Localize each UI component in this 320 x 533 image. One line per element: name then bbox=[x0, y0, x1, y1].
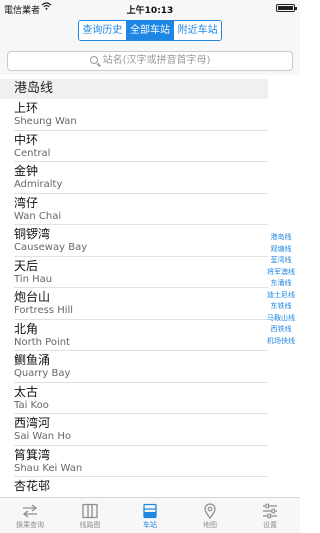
tab-settings[interactable]: 设置 bbox=[240, 498, 300, 533]
station-name-zh: 湾仔 bbox=[14, 195, 39, 210]
segment-all-stations[interactable]: 全部车站 bbox=[125, 21, 174, 40]
search-input[interactable]: 站名(汉字或拼音首字母) bbox=[7, 51, 293, 71]
index-item[interactable]: 观塘线 bbox=[262, 244, 300, 256]
station-name-en: Central bbox=[14, 147, 51, 159]
station-name-en: North Point bbox=[14, 336, 70, 348]
station-name-en: Tin Hau bbox=[14, 273, 53, 285]
station-name-en: Wan Chai bbox=[14, 210, 62, 222]
station-name-zh: 杏花邨 bbox=[14, 479, 51, 493]
battery-icon bbox=[276, 4, 297, 12]
map-book-icon bbox=[82, 503, 98, 519]
index-item[interactable]: 迪士尼线 bbox=[262, 290, 300, 302]
station-row[interactable]: 筲箕湾 Shau Kei Wan bbox=[14, 446, 268, 477]
tab-label: 换乘查询 bbox=[16, 521, 44, 529]
index-item[interactable]: 港岛线 bbox=[262, 232, 300, 244]
index-item[interactable]: 荃湾线 bbox=[262, 255, 300, 267]
station-name-en: Sheung Wan bbox=[14, 116, 77, 127]
location-pin-icon bbox=[204, 503, 216, 519]
settings-sliders-icon bbox=[263, 503, 277, 519]
station-name-zh: 北角 bbox=[14, 321, 39, 336]
station-name-zh: 炮台山 bbox=[14, 290, 51, 304]
segmented-control: 查询历史 全部车站 附近车站 bbox=[78, 20, 222, 41]
station-row[interactable]: 天后 Tin Hau bbox=[14, 257, 268, 288]
clock: 上午10:13 bbox=[126, 6, 174, 16]
tab-route-map[interactable]: 线路图 bbox=[60, 498, 120, 533]
station-name-zh: 筲箕湾 bbox=[14, 447, 51, 462]
index-item[interactable]: 东涌线 bbox=[262, 278, 300, 290]
station-row[interactable]: 太古 Tai Koo bbox=[14, 383, 268, 414]
station-name-en: Admiralty bbox=[14, 179, 63, 190]
segment-history[interactable]: 查询历史 bbox=[79, 21, 126, 40]
tab-stations[interactable]: 车站 bbox=[120, 498, 180, 533]
station-row[interactable]: 中环 Central bbox=[14, 131, 268, 162]
station-row[interactable]: 金钟 Admiralty bbox=[14, 162, 268, 194]
section-header: 港岛线 bbox=[0, 79, 268, 99]
station-name-zh: 上环 bbox=[14, 101, 39, 115]
station-row[interactable]: 北角 North Point bbox=[14, 320, 268, 351]
station-name-zh: 天后 bbox=[14, 258, 39, 273]
top-bar: 電信業者 上午10:13 查询历史 全部车站 附近车站 站名(汉字或拼音首字母) bbox=[0, 0, 300, 75]
station-name-en: Quarry Bay bbox=[14, 368, 71, 379]
station-row[interactable]: 杏花邨 bbox=[14, 477, 268, 497]
station-name-zh: 太古 bbox=[14, 384, 39, 399]
station-name-en: Sai Wan Ho bbox=[14, 431, 71, 442]
station-name-en: Fortress Hill bbox=[14, 305, 74, 316]
search-placeholder: 站名(汉字或拼音首字母) bbox=[102, 55, 211, 66]
search-icon bbox=[89, 56, 98, 64]
station-name-zh: 西湾河 bbox=[14, 416, 51, 430]
station-row[interactable]: 鲗鱼涌 Quarry Bay bbox=[14, 351, 268, 383]
index-item[interactable]: 机场快线 bbox=[262, 336, 300, 348]
transfer-icon bbox=[22, 504, 38, 518]
tab-transfer[interactable]: 换乘查询 bbox=[0, 498, 60, 533]
index-item[interactable]: 将军澳线 bbox=[262, 267, 300, 279]
tab-label: 线路图 bbox=[79, 521, 101, 529]
station-name-en: Shau Kei Wan bbox=[14, 462, 83, 474]
station-name-en: Tai Koo bbox=[14, 399, 49, 411]
tab-label: 地图 bbox=[203, 521, 217, 529]
station-name-zh: 鲗鱼涌 bbox=[14, 353, 51, 367]
station-row[interactable]: 上环 Sheung Wan bbox=[14, 99, 268, 131]
station-name-zh: 金钟 bbox=[14, 164, 39, 178]
station-row[interactable]: 铜锣湾 Causeway Bay bbox=[14, 225, 268, 257]
station-name-zh: 铜锣湾 bbox=[14, 227, 51, 241]
section-index: 港岛线 观塘线 荃湾线 将军澳线 东涌线 迪士尼线 东铁线 马鞍山线 西铁线 机… bbox=[262, 232, 300, 347]
station-name-en: Causeway Bay bbox=[14, 242, 88, 253]
tab-bar: 换乘查询 线路图 车站 地图 设置 bbox=[0, 497, 300, 533]
tab-map[interactable]: 地图 bbox=[180, 498, 240, 533]
tab-label: 车站 bbox=[143, 521, 157, 529]
tab-label: 设置 bbox=[263, 521, 277, 529]
status-bar: 電信業者 上午10:13 bbox=[0, 0, 300, 16]
index-item[interactable]: 西铁线 bbox=[262, 324, 300, 336]
index-item[interactable]: 马鞍山线 bbox=[262, 313, 300, 325]
station-row[interactable]: 炮台山 Fortress Hill bbox=[14, 288, 268, 320]
station-list[interactable]: 港岛线 上环 Sheung Wan 中环 Central 金钟 Admiralty 湾… bbox=[0, 79, 268, 497]
station-row[interactable]: 湾仔 Wan Chai bbox=[14, 194, 268, 225]
station-row[interactable]: 西湾河 Sai Wan Ho bbox=[14, 414, 268, 446]
station-name-zh: 中环 bbox=[14, 132, 39, 147]
station-icon bbox=[143, 503, 157, 519]
segment-nearby[interactable]: 附近车站 bbox=[173, 21, 221, 40]
index-item[interactable]: 东铁线 bbox=[262, 301, 300, 313]
